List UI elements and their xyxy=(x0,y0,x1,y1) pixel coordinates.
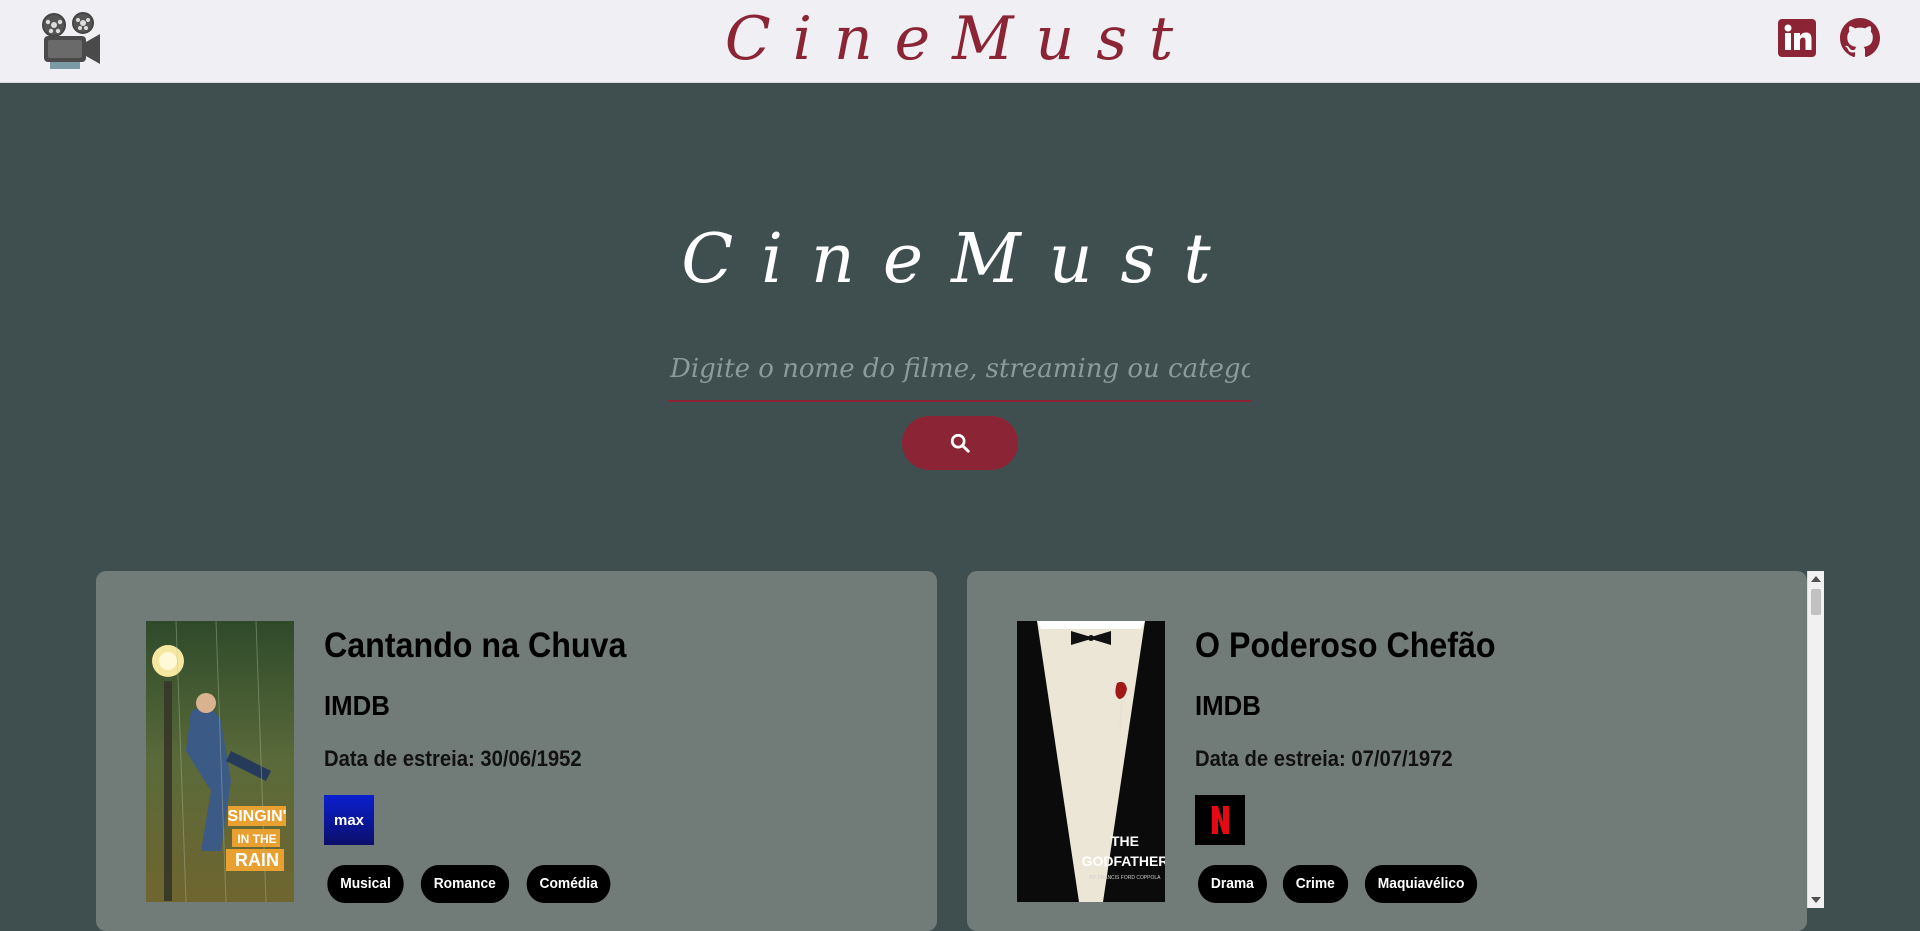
release-label: Data de estreia: xyxy=(324,746,475,771)
scroll-down-arrow-icon[interactable] xyxy=(1811,897,1821,903)
release-value: 30/06/1952 xyxy=(480,746,582,771)
release-date: Data de estreia: 30/06/1952 xyxy=(324,745,582,773)
movie-poster[interactable]: SINGIN' IN THE RAIN xyxy=(146,621,294,902)
svg-text:BY FRANCIS FORD COPPOLA: BY FRANCIS FORD COPPOLA xyxy=(1089,875,1161,881)
release-label: Data de estreia: xyxy=(1195,746,1346,771)
movie-title[interactable]: O Poderoso Chefão xyxy=(1195,625,1496,667)
github-icon[interactable] xyxy=(1840,18,1880,58)
brand-title[interactable]: CineMust xyxy=(0,4,1920,74)
svg-text:max: max xyxy=(334,812,365,829)
search-input[interactable] xyxy=(668,338,1252,402)
svg-text:IN THE: IN THE xyxy=(237,832,276,846)
genre-tag[interactable]: Crime xyxy=(1282,865,1348,903)
top-navbar: CineMust xyxy=(0,0,1920,83)
scroll-up-arrow-icon[interactable] xyxy=(1811,576,1821,582)
svg-text:SINGIN': SINGIN' xyxy=(228,808,287,825)
svg-text:GODFATHER: GODFATHER xyxy=(1082,853,1165,869)
movie-card[interactable]: SINGIN' IN THE RAIN Cantando na Chuva IM… xyxy=(96,571,937,931)
search-button[interactable] xyxy=(902,416,1018,470)
genre-tag[interactable]: Drama xyxy=(1197,865,1267,903)
genre-tag[interactable]: Musical xyxy=(327,865,404,903)
genre-tag[interactable]: Comédia xyxy=(526,865,611,903)
genre-tag[interactable]: Maquiavélico xyxy=(1365,865,1478,903)
search-icon xyxy=(950,433,970,453)
max-logo-icon[interactable]: max xyxy=(324,795,374,845)
release-date: Data de estreia: 07/07/1972 xyxy=(1195,745,1453,773)
genre-tag[interactable]: Romance xyxy=(420,865,509,903)
movie-poster[interactable]: THE GODFATHER BY FRANCIS FORD COPPOLA xyxy=(1017,621,1165,902)
release-value: 07/07/1972 xyxy=(1351,746,1453,771)
scroll-thumb[interactable] xyxy=(1811,589,1821,615)
movie-title[interactable]: Cantando na Chuva xyxy=(324,625,626,667)
imdb-rating: IMDB xyxy=(324,690,390,721)
genre-tags: Musical Romance Comédia xyxy=(324,865,614,903)
linkedin-icon[interactable] xyxy=(1777,18,1817,58)
scrollbar[interactable] xyxy=(1807,571,1824,908)
hero-title: CineMust xyxy=(681,220,1239,299)
netflix-logo-icon[interactable] xyxy=(1195,795,1245,845)
genre-tags: Drama Crime Maquiavélico xyxy=(1195,865,1482,903)
svg-text:RAIN: RAIN xyxy=(235,850,279,870)
movie-card[interactable]: THE GODFATHER BY FRANCIS FORD COPPOLA O … xyxy=(967,571,1807,931)
svg-text:THE: THE xyxy=(1111,833,1139,849)
imdb-rating: IMDB xyxy=(1195,690,1261,721)
